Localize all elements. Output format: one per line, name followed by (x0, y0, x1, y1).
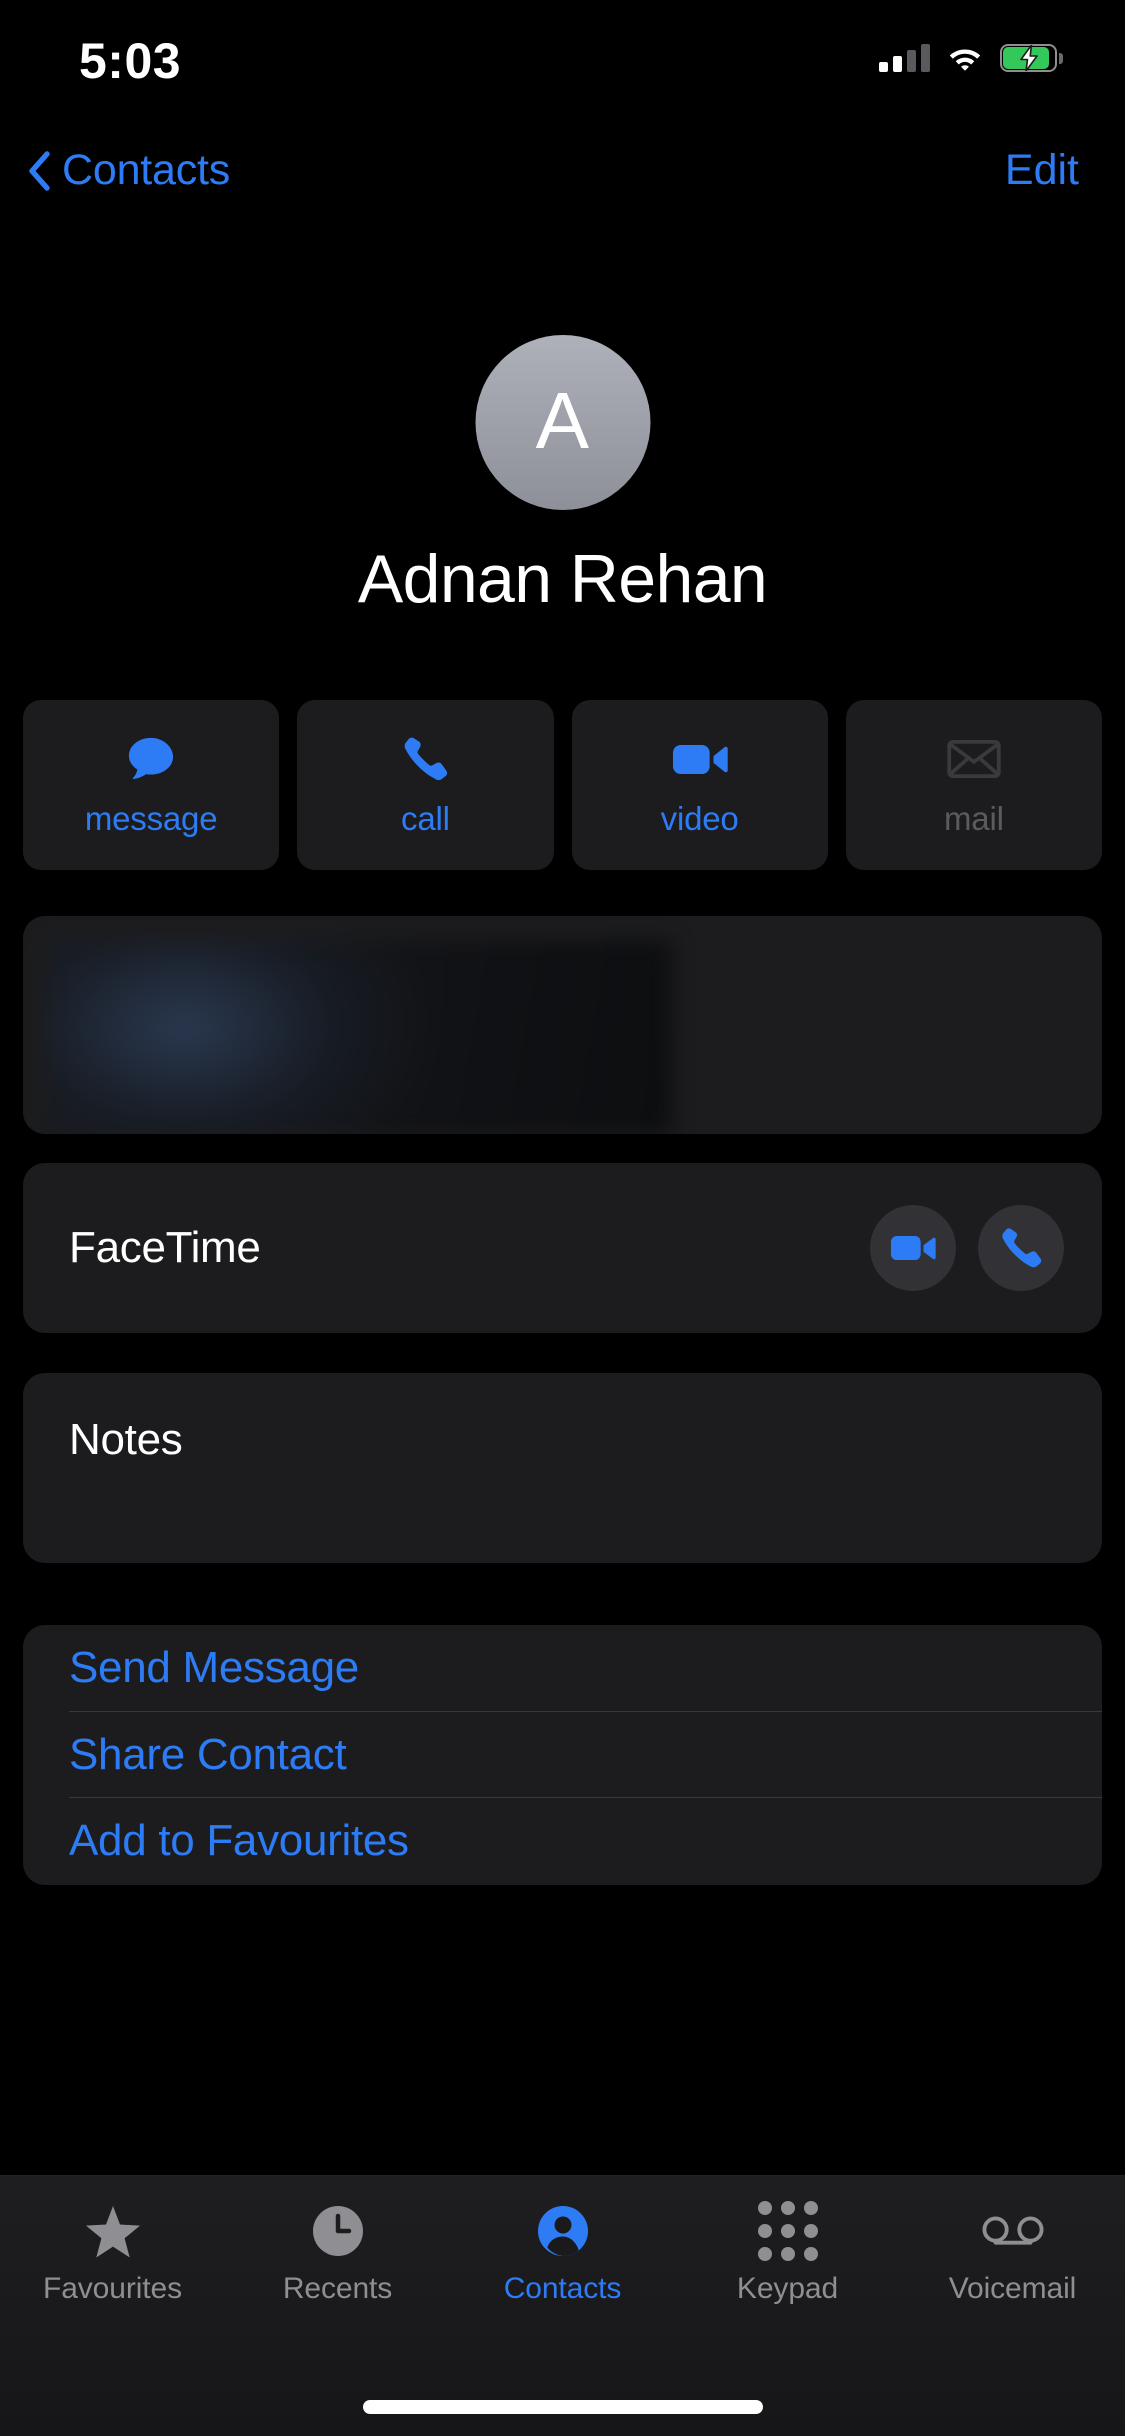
contact-detail-screen: 5:03 Contacts Edit A Adnan Rehan message… (0, 0, 1125, 2436)
send-message-row[interactable]: Send Message (23, 1625, 1102, 1712)
message-action-button[interactable]: message (23, 700, 280, 870)
phone-handset-icon (401, 732, 449, 786)
call-action-label: call (401, 800, 450, 837)
video-action-label: video (660, 800, 739, 837)
tab-recents[interactable]: Recents (225, 2202, 450, 2306)
facetime-buttons (870, 1205, 1064, 1291)
blurred-redaction (47, 940, 672, 1134)
back-button[interactable]: Contacts (28, 146, 230, 195)
avatar[interactable]: A (475, 335, 650, 510)
notes-label: Notes (69, 1415, 183, 1464)
tab-favourites-label: Favourites (42, 2272, 183, 2305)
contact-name: Adnan Rehan (357, 541, 768, 617)
tab-contacts[interactable]: Contacts (450, 2202, 675, 2306)
notes-card[interactable]: Notes (23, 1373, 1102, 1563)
clock-icon (312, 2202, 364, 2260)
status-bar: 5:03 (0, 0, 1125, 132)
back-button-label: Contacts (62, 146, 231, 194)
facetime-audio-button[interactable] (978, 1205, 1064, 1291)
star-icon (85, 2202, 141, 2260)
contact-action-list: Send Message Share Contact Add to Favour… (23, 1625, 1102, 1885)
tab-voicemail-label: Voicemail (948, 2272, 1077, 2305)
message-bubble-icon (125, 732, 177, 786)
add-to-favourites-row[interactable]: Add to Favourites (23, 1798, 1102, 1885)
share-contact-row[interactable]: Share Contact (23, 1712, 1102, 1799)
cellular-signal-icon (879, 44, 930, 72)
voicemail-icon (981, 2202, 1044, 2260)
mail-action-button[interactable]: mail (845, 700, 1102, 870)
avatar-initial: A (535, 375, 590, 465)
status-indicators (879, 36, 1063, 80)
message-action-label: message (84, 800, 218, 837)
home-indicator-bar[interactable] (362, 2400, 763, 2414)
add-to-favourites-label: Add to Favourites (69, 1816, 409, 1866)
share-contact-label: Share Contact (69, 1729, 347, 1779)
call-action-button[interactable]: call (297, 700, 554, 870)
wifi-icon (947, 45, 983, 72)
phone-number-card[interactable] (23, 916, 1102, 1134)
mail-action-label: mail (944, 800, 1004, 837)
tab-favourites[interactable]: Favourites (0, 2202, 225, 2306)
battery-charging-icon (1000, 44, 1063, 72)
chevron-left-icon (28, 150, 50, 191)
video-camera-icon (672, 732, 728, 786)
tab-voicemail[interactable]: Voicemail (900, 2202, 1125, 2306)
status-time: 5:03 (79, 33, 182, 89)
navigation-bar: Contacts Edit (0, 132, 1125, 228)
tab-contacts-label: Contacts (503, 2272, 622, 2305)
facetime-video-button[interactable] (870, 1205, 956, 1291)
quick-actions-row: message call video mail (23, 700, 1102, 870)
edit-button[interactable]: Edit (1005, 146, 1079, 195)
keypad-grid-icon (757, 2201, 818, 2261)
envelope-icon (947, 732, 1001, 786)
tab-bar: Favourites Recents Contacts Keypad Voice… (0, 2175, 1125, 2436)
tab-recents-label: Recents (282, 2272, 393, 2305)
video-action-button[interactable]: video (571, 700, 828, 870)
person-circle-icon (537, 2202, 589, 2260)
facetime-label: FaceTime (69, 1223, 261, 1272)
tab-keypad[interactable]: Keypad (675, 2201, 900, 2306)
tab-keypad-label: Keypad (736, 2272, 839, 2305)
facetime-card: FaceTime (23, 1163, 1102, 1333)
send-message-label: Send Message (69, 1643, 359, 1693)
